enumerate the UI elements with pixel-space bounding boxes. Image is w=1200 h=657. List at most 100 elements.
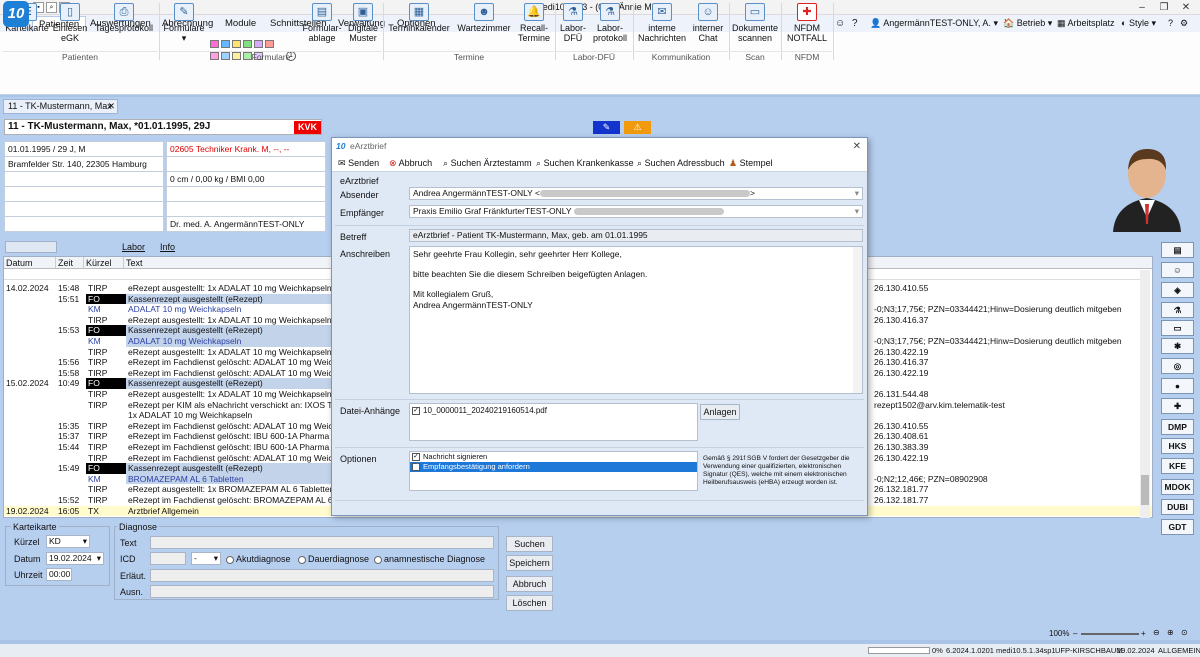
app-logo[interactable]: 10 bbox=[3, 1, 29, 27]
patient-tab[interactable]: 11 - TK-Mustermann, Max ✕ bbox=[3, 99, 118, 114]
absender-field[interactable]: Andrea AngermännTEST-ONLY < > ▾ bbox=[409, 187, 863, 200]
col-datum[interactable]: Datum bbox=[4, 257, 56, 269]
zoom-slider[interactable] bbox=[1081, 633, 1139, 635]
datum-field[interactable]: 19.02.2024 ▾ bbox=[46, 552, 104, 565]
abbruch-button[interactable]: Abbruch bbox=[506, 576, 553, 592]
suchen-adressbuch-button[interactable]: ⌕ Suchen Adressbuch bbox=[637, 155, 725, 172]
erlaeut-input[interactable] bbox=[150, 569, 494, 582]
akut-radio[interactable] bbox=[226, 555, 234, 564]
side-teal-icon[interactable]: ● bbox=[1161, 378, 1194, 394]
form-green-icon[interactable] bbox=[243, 40, 252, 48]
option-signieren[interactable]: ✓ Nachricht signieren bbox=[410, 452, 697, 462]
tab-info[interactable]: Info bbox=[160, 242, 175, 252]
help-icon[interactable]: ? bbox=[1168, 18, 1173, 28]
terminkalender-button[interactable]: ▦ Terminkalender bbox=[386, 3, 452, 49]
zoom-reset-icon[interactable]: ⊙ bbox=[1181, 628, 1188, 637]
dokumente-scannen-button[interactable]: ▭ Dokumente scannen bbox=[731, 3, 779, 49]
dialog-close-icon[interactable]: ✕ bbox=[853, 138, 861, 155]
signieren-checkbox[interactable]: ✓ bbox=[412, 453, 420, 462]
form-pink-icon[interactable] bbox=[210, 40, 219, 48]
akutdiagnose-option[interactable]: Akutdiagnose bbox=[226, 554, 291, 564]
zoom-bar[interactable]: 100% – + ⊖ ⊕ ⊙ bbox=[1045, 628, 1200, 640]
senden-button[interactable]: ✉ Senden bbox=[338, 155, 379, 172]
anamnestisch-option[interactable]: anamnestische Diagnose bbox=[374, 554, 485, 564]
side-doc-icon[interactable]: ▭ bbox=[1161, 320, 1194, 336]
icd-input[interactable] bbox=[150, 552, 186, 565]
textarea-scrollbar[interactable] bbox=[853, 247, 862, 393]
side-hks-button[interactable]: HKS bbox=[1161, 438, 1194, 454]
zoom-plus-circle-icon[interactable]: ⊕ bbox=[1167, 628, 1174, 637]
dauerdiagnose-option[interactable]: Dauerdiagnose bbox=[298, 554, 369, 564]
ausn-input[interactable] bbox=[150, 585, 494, 598]
zoom-in-icon[interactable]: + bbox=[1141, 629, 1146, 638]
side-kfe-button[interactable]: KFE bbox=[1161, 458, 1194, 474]
settings-icon[interactable]: ⚙ bbox=[1180, 18, 1188, 29]
user-menu[interactable]: 👤 AngermännTEST-ONLY, A. ▾ bbox=[870, 18, 998, 29]
form-yellow-icon[interactable] bbox=[232, 40, 241, 48]
side-mdok-button[interactable]: MDOK bbox=[1161, 479, 1194, 495]
side-gdt-button[interactable]: GDT bbox=[1161, 519, 1194, 535]
suchen-aerztestamm-button[interactable]: ⌕ Suchen Ärztestamm bbox=[443, 155, 532, 172]
formularablage-button[interactable]: ▤ Formular-ablage bbox=[302, 3, 342, 49]
side-red-cross-icon[interactable]: ✚ bbox=[1161, 398, 1194, 414]
suchen-krankenkasse-button[interactable]: ⌕ Suchen Krankenkasse bbox=[536, 155, 634, 172]
anamn-radio[interactable] bbox=[374, 555, 382, 564]
side-orange-icon[interactable]: ✱ bbox=[1161, 338, 1194, 354]
labor-dfu-button[interactable]: ⚗ Labor- DFÜ bbox=[558, 3, 588, 49]
form-purple-icon[interactable] bbox=[254, 40, 263, 48]
close-tab-icon[interactable]: ✕ bbox=[107, 100, 115, 113]
icd-select[interactable]: - ▾ bbox=[191, 552, 221, 565]
maximize-icon[interactable]: ❐ bbox=[1154, 1, 1174, 14]
style-menu[interactable]: ◐ Style ▾ bbox=[1121, 18, 1156, 29]
side-dmp-button[interactable]: DMP bbox=[1161, 419, 1194, 435]
nfdm-notfall-button[interactable]: ✚ NFDM NOTFALL bbox=[784, 3, 830, 49]
side-dubi-button[interactable]: DUBI bbox=[1161, 499, 1194, 515]
zoom-out-icon[interactable]: – bbox=[1073, 629, 1077, 638]
suchen-button[interactable]: Suchen bbox=[506, 536, 553, 552]
empfang-checkbox[interactable]: ✓ bbox=[412, 463, 420, 472]
side-vial-icon[interactable]: ⚗ bbox=[1161, 302, 1194, 318]
kuerzel-select[interactable]: KD ▾ bbox=[46, 535, 90, 548]
digitale-muster-button[interactable]: ▣ Digitale Muster bbox=[345, 3, 381, 49]
table-tab-blank[interactable] bbox=[5, 241, 57, 253]
minimize-icon[interactable]: – bbox=[1132, 1, 1152, 14]
form-blue-icon[interactable] bbox=[221, 40, 230, 48]
loeschen-button[interactable]: Löschen bbox=[506, 595, 553, 611]
speichern-button[interactable]: Speichern bbox=[506, 555, 553, 571]
recall-termine-button[interactable]: 🔔 Recall- Termine bbox=[516, 3, 552, 49]
help-circle-icon[interactable]: ? bbox=[852, 18, 858, 29]
arbeitsplatz-menu[interactable]: ▦ Arbeitsplatz bbox=[1057, 18, 1115, 29]
stempel-button[interactable]: ♟ Stempel bbox=[729, 155, 773, 172]
laborprotokoll-button[interactable]: ⚗ Labor-protokoll bbox=[590, 3, 630, 49]
side-person-icon[interactable]: ☺ bbox=[1161, 262, 1194, 278]
anlagen-button[interactable]: Anlagen bbox=[700, 404, 740, 420]
uhrzeit-field[interactable]: 00:00 bbox=[46, 568, 72, 581]
betrieb-menu[interactable]: 🏠 Betrieb ▾ bbox=[1003, 18, 1052, 29]
side-pill-icon[interactable]: ◈ bbox=[1161, 282, 1194, 298]
pen-icon[interactable]: ✎ bbox=[593, 121, 620, 134]
einlesen-egk-button[interactable]: ▯ Einlesen eGK bbox=[52, 3, 88, 49]
close-icon[interactable]: ✕ bbox=[1176, 1, 1196, 14]
empfaenger-field[interactable]: Praxis Emilio Graf FränkfurterTEST-ONLY … bbox=[409, 205, 863, 218]
betreff-field[interactable]: eArztbrief - Patient TK-Mustermann, Max,… bbox=[409, 229, 863, 242]
anschreiben-textarea[interactable]: Sehr geehrte Frau Kollegin, sehr geehrte… bbox=[409, 246, 863, 394]
dialog-abbruch-button[interactable]: ⊗ Abbruch bbox=[389, 155, 432, 172]
tagesprotokoll-button[interactable]: ⎙ Tagesprotokoll bbox=[92, 3, 156, 49]
anhaenge-list[interactable]: ✓ 10_0000011_20240219160514.pdf bbox=[409, 403, 698, 441]
diagnose-text-input[interactable] bbox=[150, 536, 494, 549]
scrollbar-thumb[interactable] bbox=[1141, 475, 1149, 505]
tab-module[interactable]: Module bbox=[219, 16, 262, 32]
side-circle-icon[interactable]: ◎ bbox=[1161, 358, 1194, 374]
warning-icon[interactable]: ⚠ bbox=[624, 121, 651, 134]
tab-labor[interactable]: Labor bbox=[122, 242, 145, 252]
col-zeit[interactable]: Zeit bbox=[56, 257, 84, 269]
formulare-button[interactable]: ✎ Formulare ▾ bbox=[162, 3, 206, 49]
table-scrollbar[interactable] bbox=[1140, 270, 1150, 518]
smiley-icon[interactable]: ☺ bbox=[835, 18, 845, 29]
wartezimmer-button[interactable]: ☻ Wartezimmer bbox=[454, 3, 514, 49]
kvk-badge[interactable]: KVK bbox=[294, 121, 321, 134]
side-tool-icon[interactable]: ▤ bbox=[1161, 242, 1194, 258]
dauer-radio[interactable] bbox=[298, 555, 306, 564]
interne-nachrichten-button[interactable]: ✉ interne Nachrichten bbox=[636, 3, 688, 49]
form-red-icon[interactable] bbox=[265, 40, 274, 48]
